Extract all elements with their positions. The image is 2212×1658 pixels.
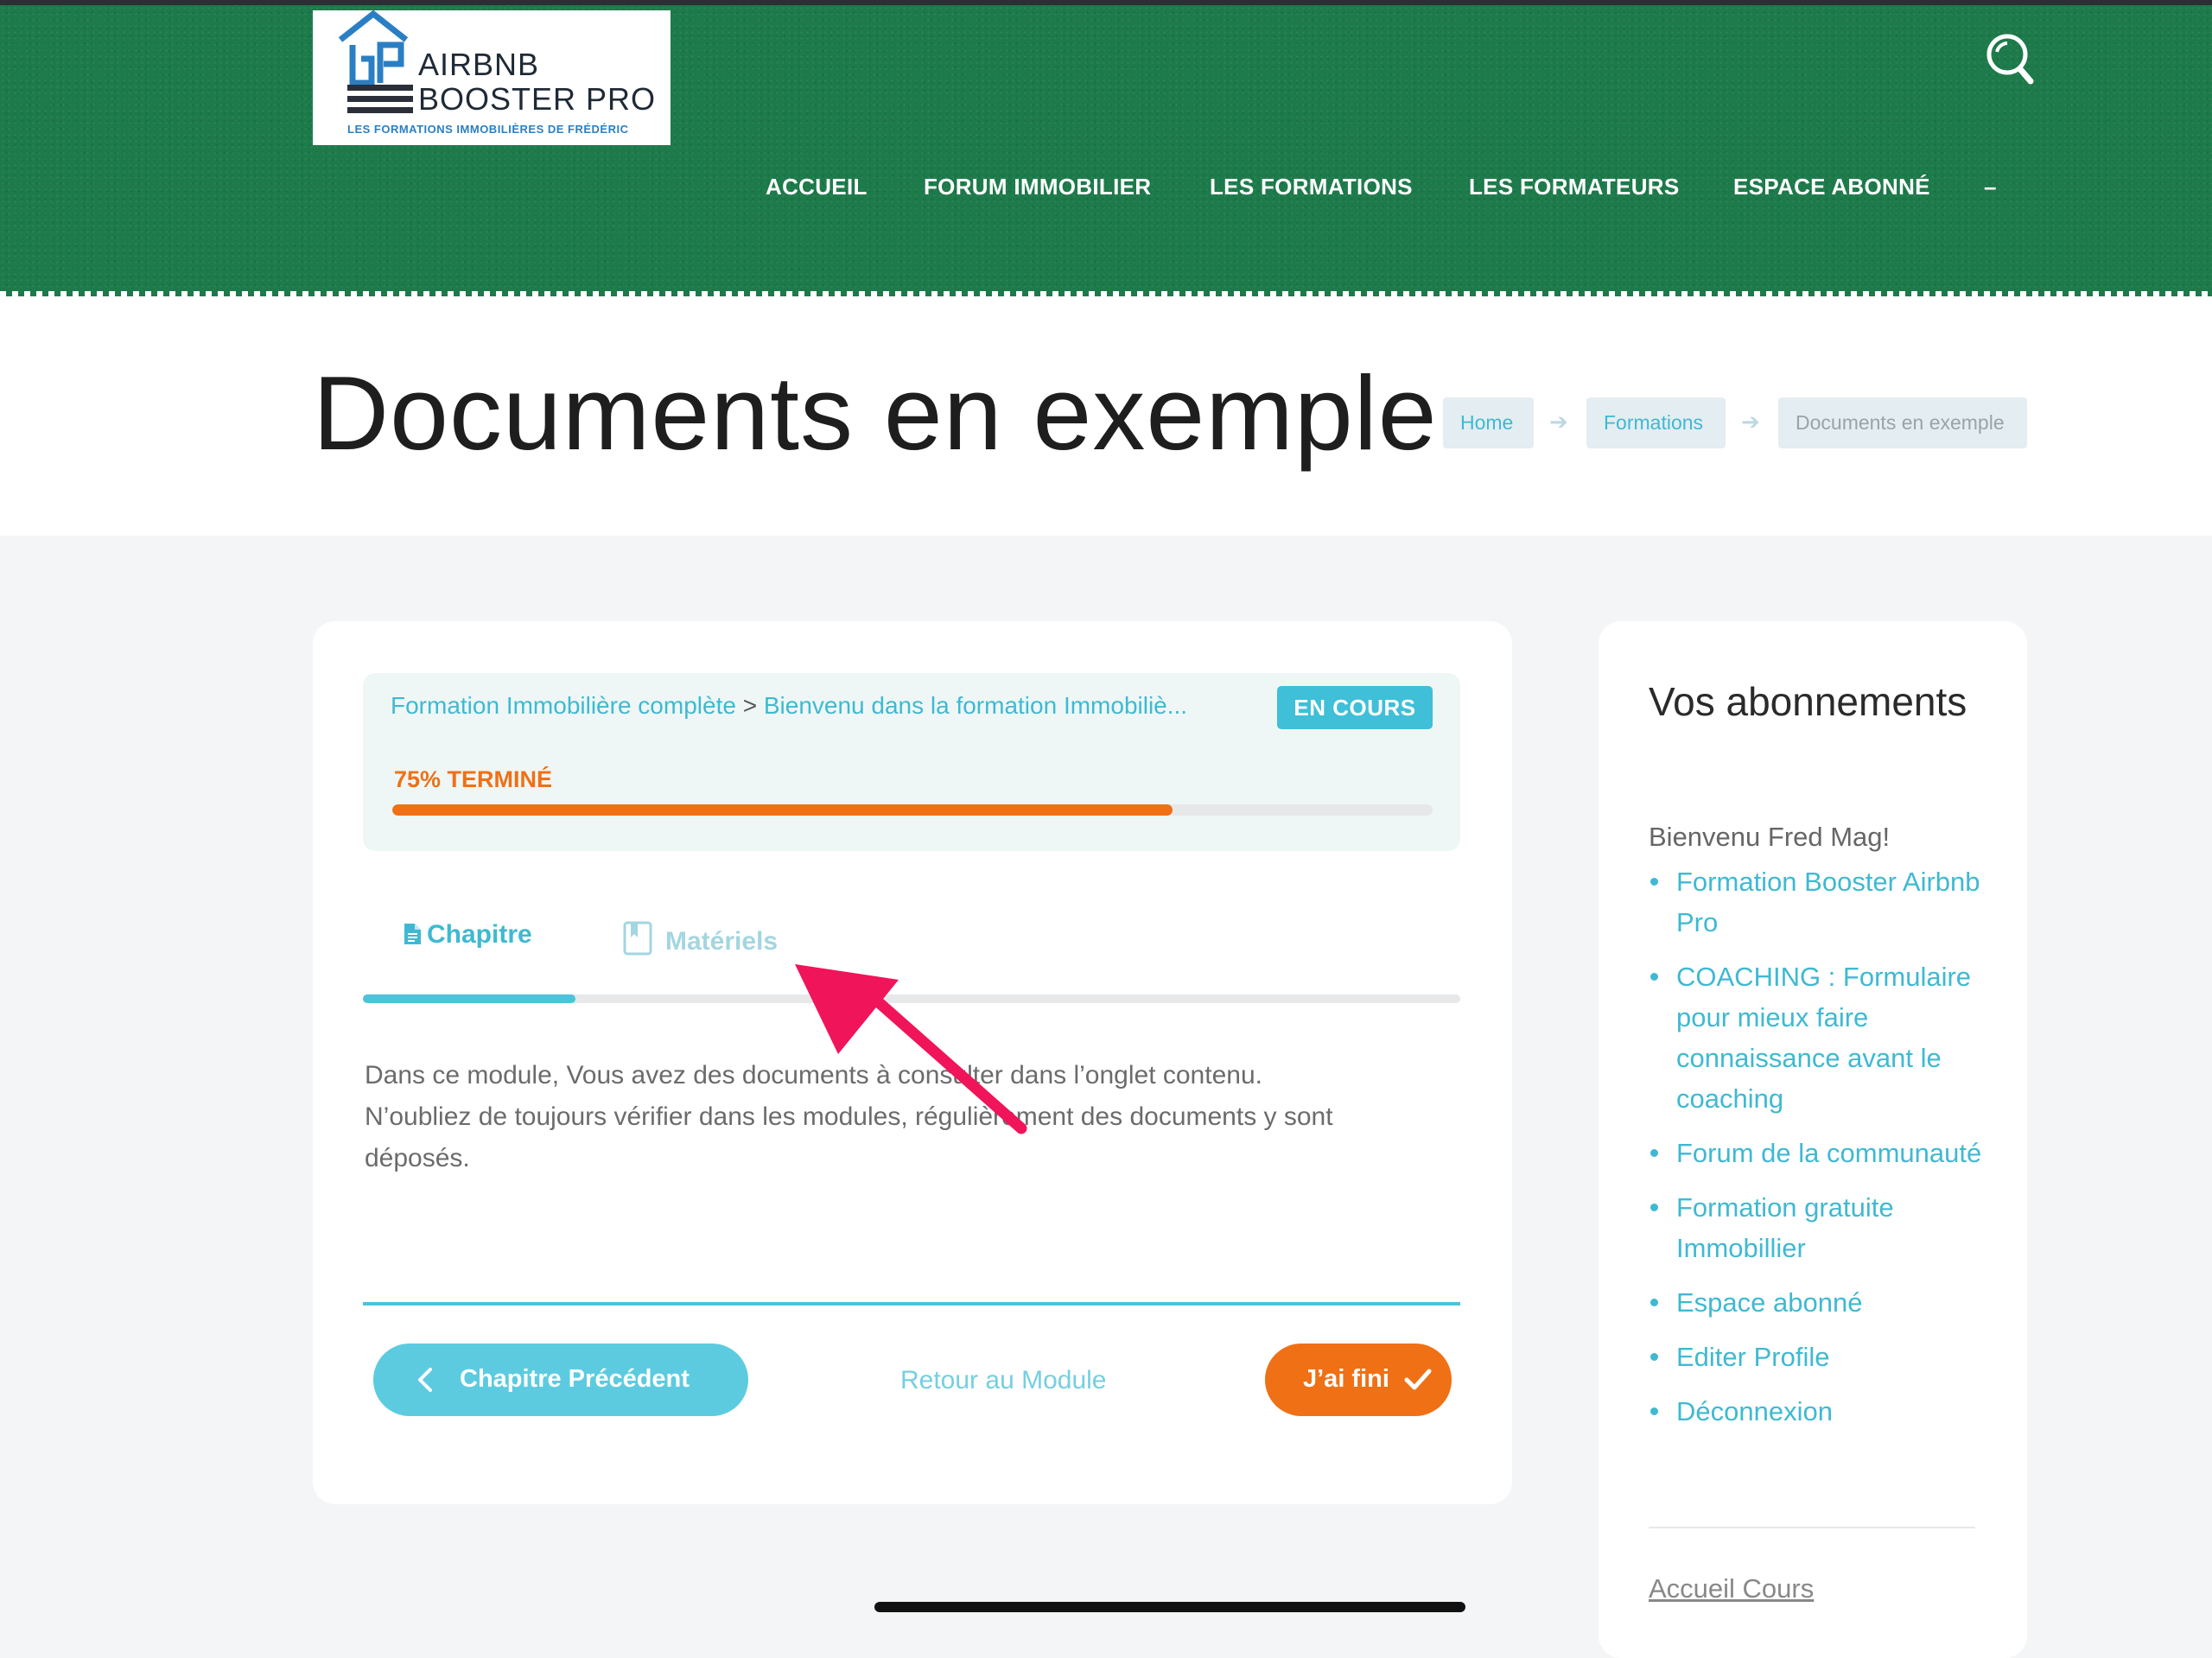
sidebar-item-formation-booster[interactable]: Formation Booster Airbnb Pro xyxy=(1649,861,1994,943)
sidebar-welcome: Bienvenu Fred Mag! xyxy=(1649,822,1891,852)
sidebar-item-forum[interactable]: Forum de la communauté xyxy=(1649,1133,1994,1173)
subscriptions-sidebar: Vos abonnements Bienvenu Fred Mag! Forma… xyxy=(1599,621,2027,1658)
logo-bars xyxy=(347,85,413,119)
breadcrumb-arrow-icon: ➔ xyxy=(1549,409,1568,435)
sidebar-item-coaching[interactable]: COACHING : Formulaire pour mieux faire c… xyxy=(1649,956,1994,1119)
tab-active-indicator xyxy=(363,994,575,1003)
course-status-box: Formation Immobilière complète > Bienven… xyxy=(363,673,1460,851)
nav-item-accueil[interactable]: ACCUEIL xyxy=(766,174,868,200)
document-icon xyxy=(404,924,421,944)
breadcrumb-current: Documents en exemple xyxy=(1778,397,2027,448)
mark-complete-label: J’ai fini xyxy=(1303,1365,1389,1393)
previous-chapter-button[interactable]: Chapitre Précédent xyxy=(373,1344,748,1416)
previous-chapter-label: Chapitre Précédent xyxy=(460,1365,690,1393)
subscriptions-list: Formation Booster Airbnb Pro COACHING : … xyxy=(1649,861,1994,1445)
sidebar-item-formation-gratuite[interactable]: Formation gratuite Immobillier xyxy=(1649,1187,1994,1268)
nav-item-forum-immobilier[interactable]: FORUM IMMOBILIER xyxy=(924,174,1151,200)
status-badge: EN COURS xyxy=(1277,686,1433,729)
tab-chapitre-label: Chapitre xyxy=(427,920,532,949)
sidebar-item-espace-abonne[interactable]: Espace abonné xyxy=(1649,1282,1994,1323)
course-link[interactable]: Formation Immobilière complète xyxy=(391,692,736,719)
content-divider xyxy=(363,1302,1460,1305)
page-title: Documents en exemple xyxy=(313,354,1438,472)
mark-complete-button[interactable]: J’ai fini xyxy=(1265,1344,1452,1416)
home-indicator[interactable] xyxy=(874,1602,1465,1612)
book-icon xyxy=(623,921,652,956)
breadcrumb-home[interactable]: Home xyxy=(1443,397,1534,448)
main-nav: ACCUEIL FORUM IMMOBILIER LES FORMATIONS … xyxy=(0,174,2212,208)
progress-bar xyxy=(392,804,1433,816)
progress-bar-fill xyxy=(392,804,1173,816)
sidebar-item-editer-profile[interactable]: Editer Profile xyxy=(1649,1337,1994,1377)
annotation-arrow-icon xyxy=(795,964,1027,1134)
sidebar-title: Vos abonnements xyxy=(1649,679,1967,724)
tab-chapitre[interactable]: Chapitre xyxy=(403,920,532,950)
accueil-cours-link[interactable]: Accueil Cours xyxy=(1649,1573,1814,1604)
site-header: AIRBNB BOOSTER PRO LES FORMATIONS IMMOBI… xyxy=(0,0,2212,296)
nav-item-espace-abonne[interactable]: ESPACE ABONNÉ xyxy=(1733,174,1930,200)
tab-materiels-label: Matériels xyxy=(665,927,779,956)
breadcrumb-formations[interactable]: Formations xyxy=(1586,397,1726,448)
logo-text-line2: BOOSTER PRO xyxy=(418,81,657,117)
course-path-separator: > xyxy=(735,692,764,719)
progress-label: 75% TERMINÉ xyxy=(394,766,553,792)
nav-item-les-formations[interactable]: LES FORMATIONS xyxy=(1210,174,1413,200)
tab-materiels[interactable]: Matériels xyxy=(622,920,778,956)
chevron-left-icon xyxy=(418,1368,432,1392)
nav-item-les-formateurs[interactable]: LES FORMATEURS xyxy=(1469,174,1680,200)
title-band: Documents en exemple Home ➔ Formations ➔… xyxy=(0,296,2212,536)
search-icon[interactable] xyxy=(1984,31,2036,86)
lesson-link[interactable]: Bienvenu dans la formation Immobiliè... xyxy=(764,692,1187,719)
logo-tagline: LES FORMATIONS IMMOBILIÈRES DE FRÉDÉRIC xyxy=(347,123,629,136)
site-logo[interactable]: AIRBNB BOOSTER PRO LES FORMATIONS IMMOBI… xyxy=(313,10,671,145)
sidebar-divider xyxy=(1649,1527,1975,1528)
back-to-module-link[interactable]: Retour au Module xyxy=(900,1366,1106,1395)
logo-text-line1: AIRBNB xyxy=(418,47,540,82)
check-icon xyxy=(1404,1369,1432,1390)
sidebar-item-deconnexion[interactable]: Déconnexion xyxy=(1649,1391,1994,1432)
breadcrumb-arrow-icon: ➔ xyxy=(1741,409,1760,435)
nav-item-more[interactable]: – xyxy=(1984,174,1997,200)
course-path: Formation Immobilière complète > Bienven… xyxy=(391,692,1237,727)
